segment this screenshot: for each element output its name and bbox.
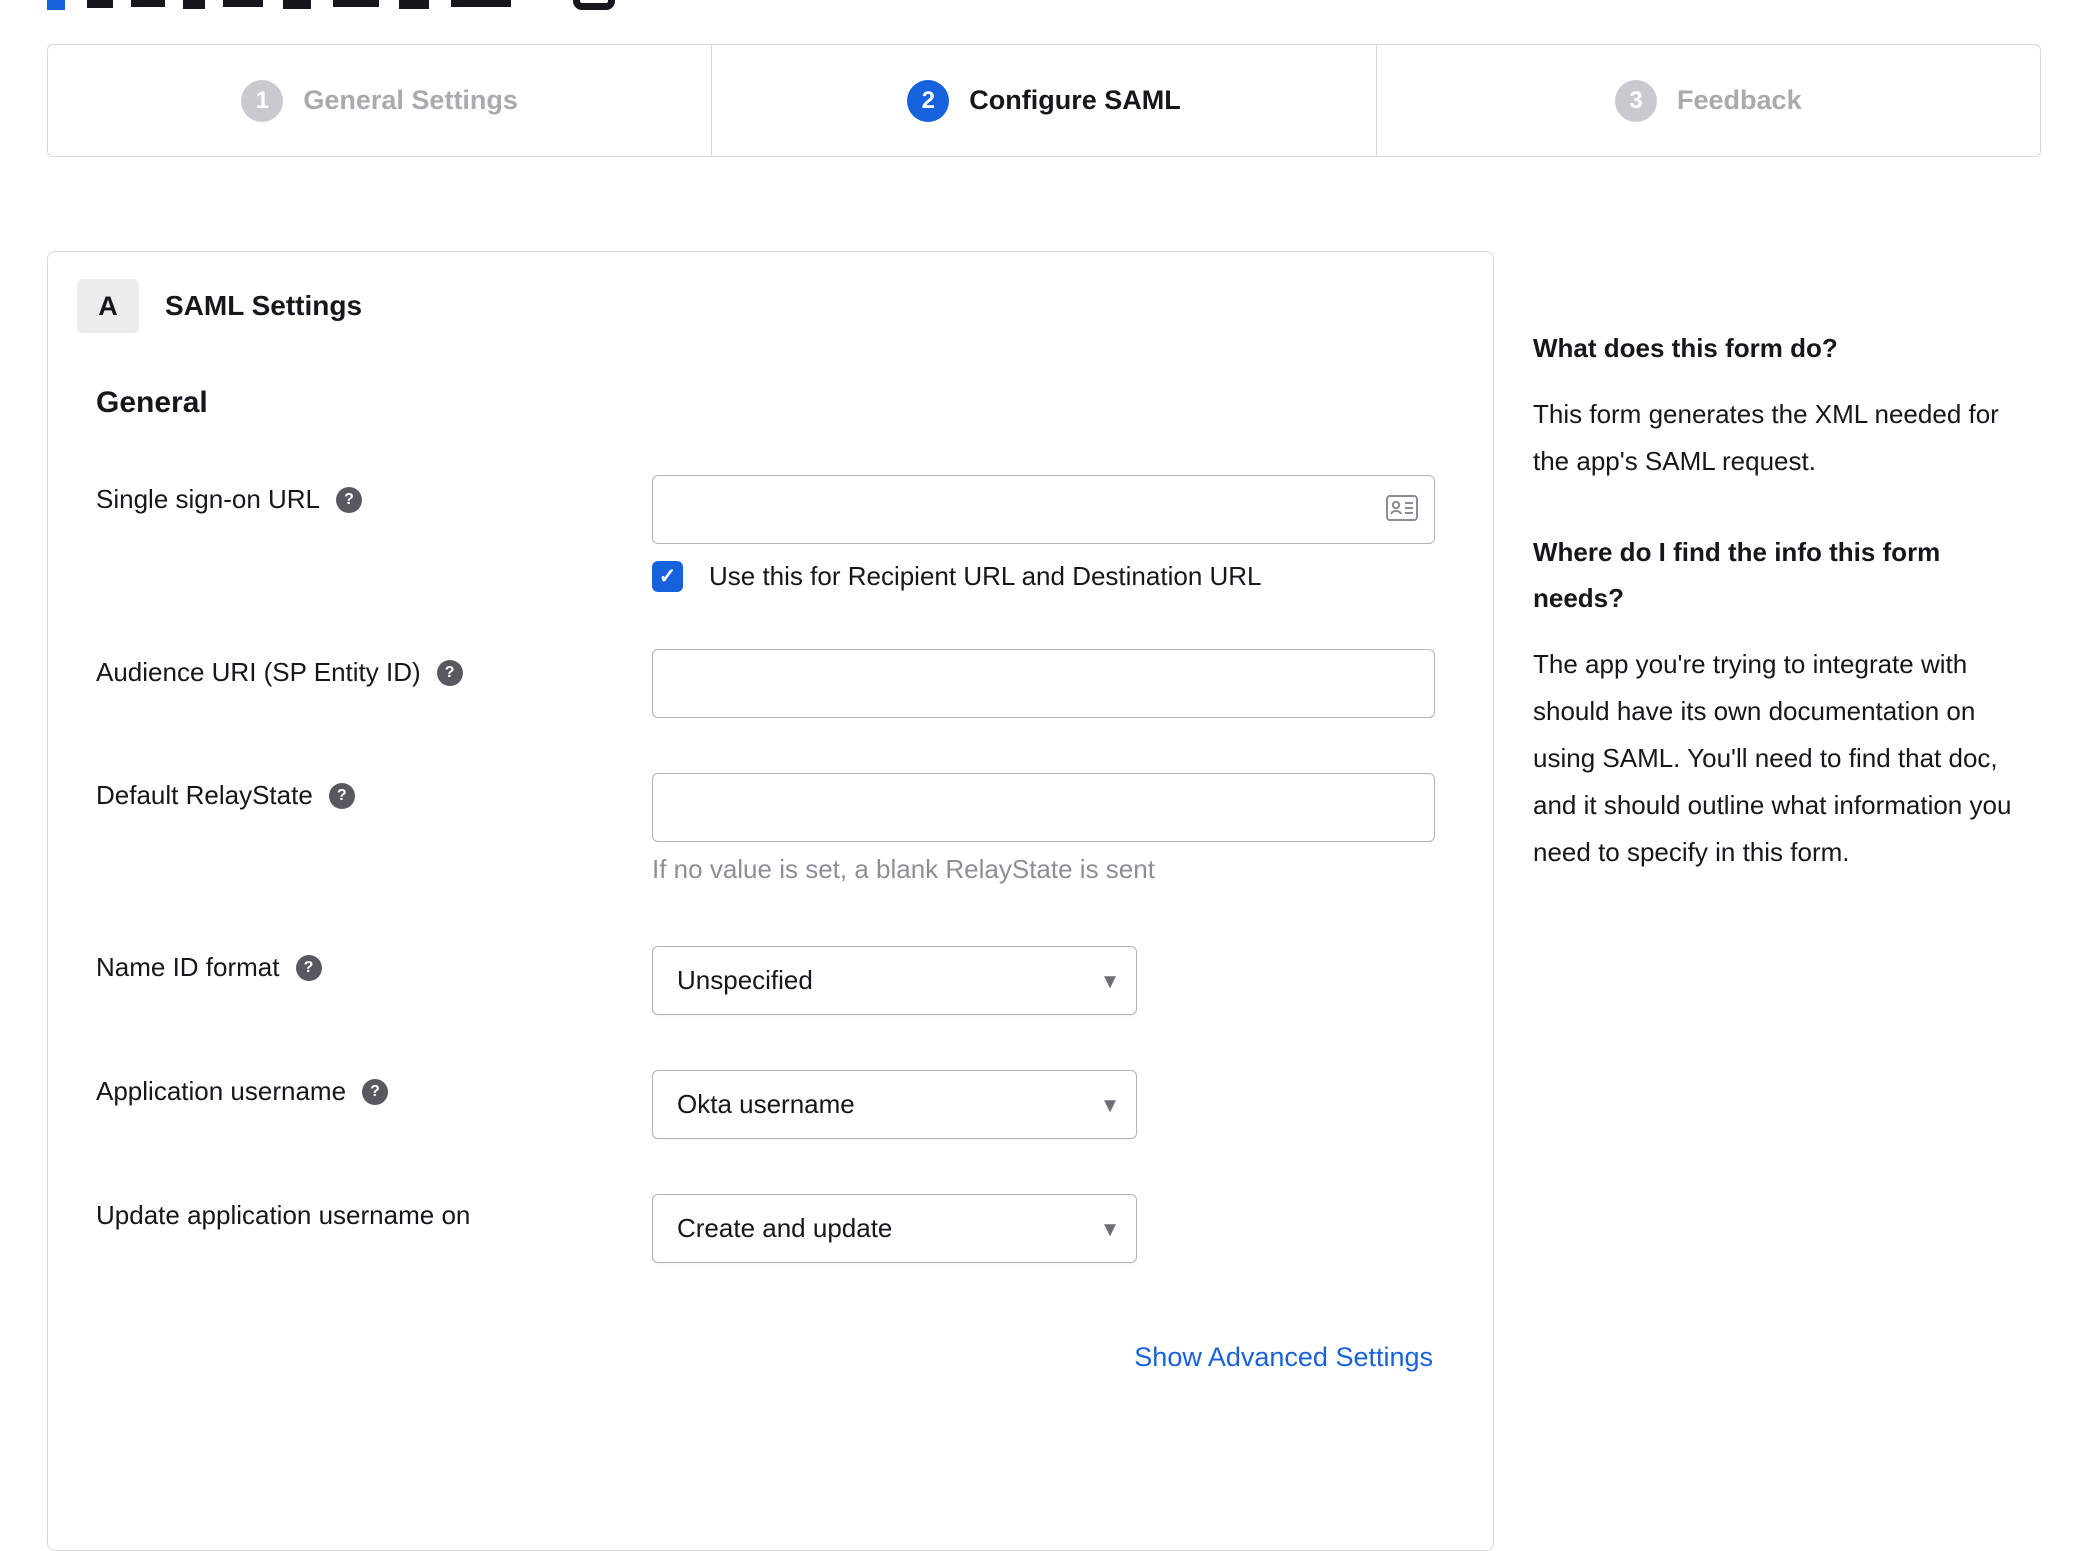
step-number-badge: 3 xyxy=(1615,79,1658,122)
help-sidebar: What does this form do? This form genera… xyxy=(1533,325,2038,876)
field-label-text: Update application username on xyxy=(96,1200,471,1230)
single-sign-on-url-label: Single sign-on URL ? xyxy=(96,484,363,515)
help-body-where: The app you're trying to integrate with … xyxy=(1533,649,2012,867)
wizard-stepper: 1 General Settings 2 Configure SAML 3 Fe… xyxy=(47,44,2041,157)
select-value: Okta username xyxy=(677,1089,855,1119)
application-username-label: Application username ? xyxy=(96,1076,389,1107)
clipped-text-fragment xyxy=(131,0,165,7)
clipped-text-fragment xyxy=(223,0,263,7)
field-label-text: Single sign-on URL xyxy=(96,484,321,514)
update-application-username-label: Update application username on xyxy=(96,1200,470,1231)
single-sign-on-url-input[interactable] xyxy=(652,475,1435,544)
step-label: General Settings xyxy=(303,85,518,115)
select-value: Create and update xyxy=(677,1213,893,1243)
help-icon[interactable]: ? xyxy=(328,782,355,809)
field-label-text: Audience URI (SP Entity ID) xyxy=(96,657,421,687)
show-advanced-settings-link[interactable]: Show Advanced Settings xyxy=(1134,1342,1433,1373)
clipped-text-fragment xyxy=(399,0,429,9)
default-relaystate-label: Default RelayState ? xyxy=(96,780,355,811)
step-feedback[interactable]: 3 Feedback xyxy=(1377,45,2040,156)
help-icon[interactable]: ? xyxy=(336,486,363,513)
section-a-badge: A xyxy=(77,279,139,333)
step-number-badge: 2 xyxy=(907,79,950,122)
name-id-format-label: Name ID format ? xyxy=(96,952,322,983)
update-application-username-select[interactable]: Create and update ▾ xyxy=(652,1194,1137,1263)
relaystate-hint: If no value is set, a blank RelayState i… xyxy=(652,854,1155,884)
chevron-down-icon: ▾ xyxy=(1103,967,1116,994)
help-heading-what: What does this form do? xyxy=(1533,333,1838,363)
clipped-icon-fragment xyxy=(573,0,615,10)
help-icon[interactable]: ? xyxy=(295,954,322,981)
help-icon[interactable]: ? xyxy=(436,659,463,686)
card-title: SAML Settings xyxy=(165,290,363,321)
recipient-url-checkbox[interactable]: ✓ xyxy=(652,561,683,592)
contact-card-icon xyxy=(1386,495,1418,521)
name-id-format-select[interactable]: Unspecified ▾ xyxy=(652,946,1137,1015)
clipped-text-fragment xyxy=(183,0,205,9)
clipped-text-fragment xyxy=(283,0,311,9)
step-general-settings[interactable]: 1 General Settings xyxy=(48,45,713,156)
help-body-what: This form generates the XML needed for t… xyxy=(1533,399,1999,476)
clipped-logo-fragment xyxy=(47,0,65,10)
step-number-badge: 1 xyxy=(241,79,284,122)
clipped-text-fragment xyxy=(87,0,113,8)
step-label: Feedback xyxy=(1677,85,1802,115)
chevron-down-icon: ▾ xyxy=(1103,1215,1116,1242)
default-relaystate-input[interactable] xyxy=(652,773,1435,842)
application-username-select[interactable]: Okta username ▾ xyxy=(652,1070,1137,1139)
audience-uri-input[interactable] xyxy=(652,649,1435,718)
chevron-down-icon: ▾ xyxy=(1103,1091,1116,1118)
clipped-header-fragments xyxy=(47,0,947,10)
audience-uri-label: Audience URI (SP Entity ID) ? xyxy=(96,657,463,688)
field-label-text: Name ID format xyxy=(96,952,280,982)
step-configure-saml[interactable]: 2 Configure SAML xyxy=(712,45,1377,156)
saml-settings-card: A SAML Settings General Single sign-on U… xyxy=(47,251,1494,1551)
help-heading-where: Where do I find the info this form needs… xyxy=(1533,537,1941,613)
field-label-text: Application username xyxy=(96,1076,347,1106)
clipped-text-fragment xyxy=(333,0,379,7)
step-label: Configure SAML xyxy=(969,85,1181,115)
clipped-text-fragment xyxy=(451,0,511,7)
recipient-url-checkbox-label: Use this for Recipient URL and Destinati… xyxy=(709,561,1262,591)
field-label-text: Default RelayState xyxy=(96,780,313,810)
help-icon[interactable]: ? xyxy=(362,1078,389,1105)
select-value: Unspecified xyxy=(677,965,813,995)
check-icon: ✓ xyxy=(658,565,677,588)
recipient-url-checkbox-row: ✓ Use this for Recipient URL and Destina… xyxy=(652,561,1262,592)
general-section-heading: General xyxy=(96,386,208,419)
